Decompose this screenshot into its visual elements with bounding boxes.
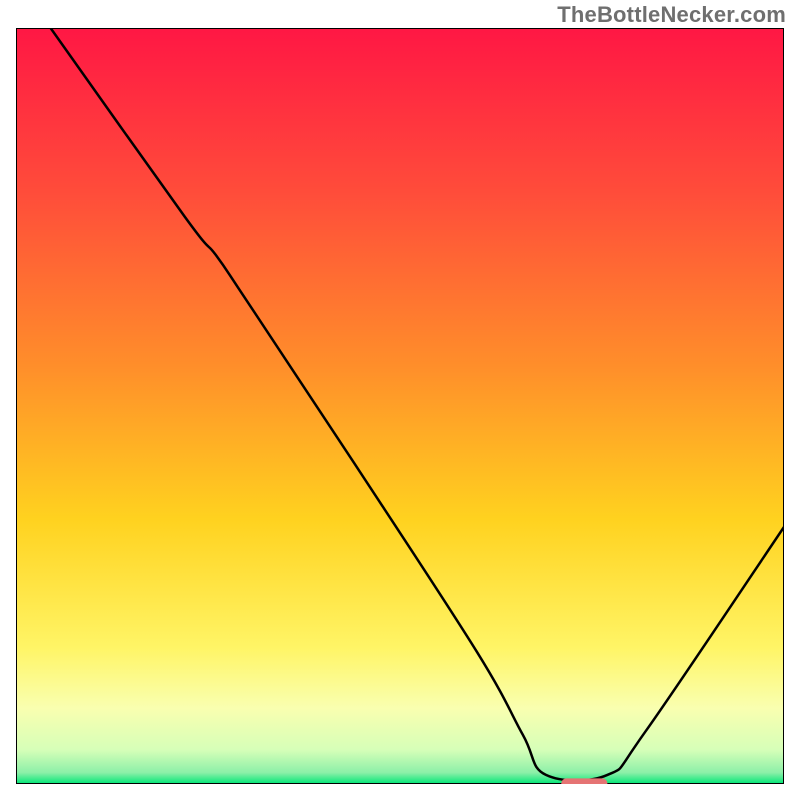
optimal-marker [561, 778, 607, 784]
chart-wrap: TheBottleNecker.com [0, 0, 800, 800]
watermark-text: TheBottleNecker.com [557, 2, 786, 28]
bottleneck-chart [16, 28, 784, 784]
